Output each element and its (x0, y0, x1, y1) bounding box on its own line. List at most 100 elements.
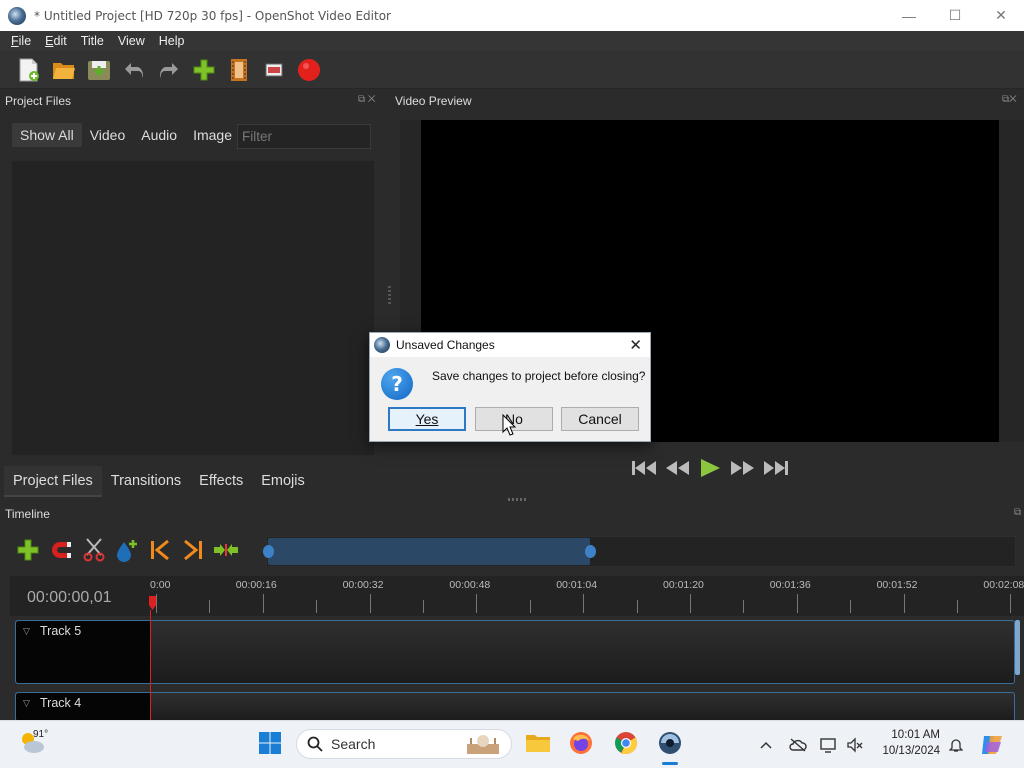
ruler-major-tick (1010, 594, 1012, 613)
zoom-handle-right[interactable] (585, 545, 596, 558)
ruler-minor-tick (743, 600, 745, 613)
ruler-tick-label: 00:01:36 (769, 579, 811, 591)
undo-icon[interactable] (121, 57, 147, 83)
tab-emojis[interactable]: Emojis (252, 466, 314, 497)
razor-scissors-icon[interactable] (81, 536, 107, 564)
timeline-zoom-range[interactable] (268, 538, 590, 565)
ruler-tick-label: 00:01:04 (556, 579, 598, 591)
ruler-major-tick (690, 594, 691, 613)
taskbar-search-box[interactable]: Search (296, 729, 512, 759)
track-header[interactable]: ▽ Track 4 (16, 693, 151, 721)
filter-input[interactable] (237, 124, 371, 149)
firefox-icon[interactable] (566, 728, 596, 758)
project-files-panel-title: Project Files (5, 94, 72, 108)
file-explorer-icon[interactable] (523, 728, 553, 758)
project-files-dock-buttons[interactable]: ⧉ ✕ (358, 94, 376, 105)
horizontal-splitter[interactable] (508, 498, 526, 501)
menu-title[interactable]: Title (74, 34, 111, 48)
search-icon (307, 736, 323, 752)
add-marker-icon[interactable] (114, 536, 140, 564)
ruler-tick-label: 00:01:20 (663, 579, 704, 591)
timeline-vertical-scrollbar[interactable] (1015, 620, 1020, 675)
clock-date[interactable]: 10/13/2024 (876, 745, 940, 757)
openshot-taskbar-icon[interactable] (655, 728, 685, 758)
menu-help[interactable]: Help (152, 34, 192, 48)
fullscreen-icon[interactable] (261, 57, 287, 83)
add-track-icon[interactable] (15, 536, 41, 564)
rewind-icon[interactable] (663, 454, 691, 482)
tab-project-files[interactable]: Project Files (4, 466, 102, 497)
main-toolbar (0, 51, 1024, 89)
tab-effects[interactable]: Effects (190, 466, 252, 497)
collapse-arrow-icon[interactable]: ▽ (23, 626, 30, 637)
next-marker-icon[interactable] (180, 536, 206, 564)
close-window-button[interactable]: ✕ (978, 0, 1024, 31)
windows-taskbar (0, 720, 1024, 768)
video-preview-dock-buttons[interactable]: ⧉✕ (1002, 94, 1017, 105)
track-row[interactable]: ▽ Track 5 (15, 620, 1015, 684)
previous-marker-icon[interactable] (147, 536, 173, 564)
redo-icon[interactable] (156, 57, 182, 83)
dialog-title: Unsaved Changes (396, 338, 495, 352)
center-playhead-icon[interactable] (213, 536, 239, 564)
tab-image[interactable]: Image (185, 123, 240, 147)
openshot-logo-icon (8, 6, 26, 25)
jump-to-end-icon[interactable] (762, 454, 790, 482)
jump-to-start-icon[interactable] (630, 454, 658, 482)
dialog-close-icon[interactable]: ✕ (629, 336, 642, 354)
cancel-button[interactable]: Cancel (561, 407, 639, 431)
open-project-icon[interactable] (51, 57, 77, 83)
track-label: Track 4 (40, 696, 82, 710)
project-files-list[interactable] (11, 160, 375, 456)
ruler-minor-tick (423, 600, 424, 613)
minimize-button[interactable]: — (886, 0, 932, 31)
maximize-button[interactable]: ☐ (932, 0, 978, 31)
tab-transitions[interactable]: Transitions (102, 466, 190, 497)
chrome-icon[interactable] (611, 728, 641, 758)
menu-view[interactable]: View (111, 34, 152, 48)
search-label: Search (331, 736, 376, 752)
menu-file[interactable]: File (4, 34, 38, 48)
notification-bell-icon[interactable] (947, 736, 965, 754)
export-video-icon[interactable] (296, 57, 322, 83)
weather-temperature: 91° (33, 729, 49, 740)
collapse-arrow-icon[interactable]: ▽ (23, 698, 30, 709)
show-hidden-icons-icon[interactable] (757, 736, 775, 754)
ruler-tick-label: 00:00:32 (342, 579, 384, 591)
project-files-filter-tabs: Show All Video Audio Image (12, 123, 240, 147)
ruler-minor-tick (850, 600, 852, 613)
yes-button[interactable]: Yes (388, 407, 466, 431)
tab-show-all[interactable]: Show All (12, 123, 82, 147)
ruler-tick-label: 00:01:52 (876, 579, 918, 591)
track-row[interactable]: ▽ Track 4 (15, 692, 1015, 722)
clock-time[interactable]: 10:01 AM (888, 729, 940, 741)
timeline-dock-buttons[interactable]: ⧉ (1014, 507, 1021, 518)
zoom-handle-left[interactable] (263, 545, 274, 558)
import-files-icon[interactable] (191, 57, 217, 83)
fast-forward-icon[interactable] (729, 454, 757, 482)
active-app-indicator (662, 762, 678, 765)
vertical-splitter[interactable] (388, 286, 391, 304)
volume-muted-icon[interactable] (846, 736, 864, 754)
timeline-toolbar (15, 536, 246, 564)
onedrive-icon[interactable] (789, 736, 807, 754)
save-project-icon[interactable] (86, 57, 112, 83)
ruler-major-tick (583, 594, 585, 613)
choose-profile-icon[interactable] (226, 57, 252, 83)
copilot-icon[interactable] (977, 730, 1007, 760)
play-icon[interactable] (696, 454, 724, 482)
ruler-minor-tick (957, 600, 958, 613)
ruler-minor-tick (529, 600, 531, 613)
mouse-cursor-icon (502, 413, 517, 439)
ruler-tick-label: 00:00:48 (449, 579, 491, 591)
snapping-magnet-icon[interactable] (48, 536, 74, 564)
new-project-icon[interactable] (16, 57, 42, 83)
openshot-logo-icon (374, 337, 390, 353)
ruler-minor-tick (636, 600, 638, 613)
windows-start-icon[interactable] (255, 728, 285, 758)
tab-audio[interactable]: Audio (133, 123, 185, 147)
tab-video[interactable]: Video (82, 123, 134, 147)
track-header[interactable]: ▽ Track 5 (16, 621, 151, 683)
menu-edit[interactable]: Edit (38, 34, 74, 48)
network-icon[interactable] (820, 736, 838, 754)
